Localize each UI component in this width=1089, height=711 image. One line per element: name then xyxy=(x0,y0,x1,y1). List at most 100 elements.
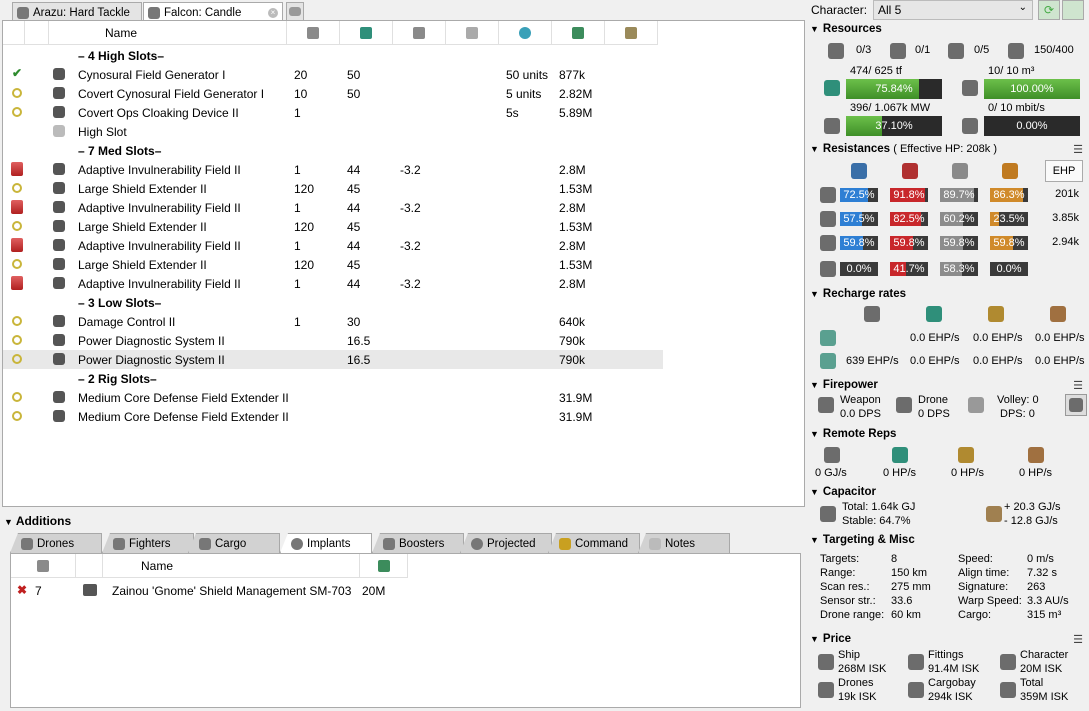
module-row[interactable]: Medium Core Defense Field Extender II 31.… xyxy=(3,407,663,426)
collapse-icon: ▼ xyxy=(810,634,819,644)
character-extra-button[interactable] xyxy=(1062,0,1084,20)
character-select[interactable]: All 5 ⌄ xyxy=(873,0,1033,20)
online-state-icon[interactable] xyxy=(12,335,22,345)
header-icon[interactable] xyxy=(25,21,49,45)
online-state-icon[interactable] xyxy=(12,107,22,117)
tab-arazu[interactable]: Arazu: Hard Tackle xyxy=(12,2,142,20)
resist-cell: 0.0% xyxy=(840,262,878,276)
overheat-state-icon[interactable] xyxy=(11,162,23,176)
module-row[interactable]: ✔ Cynosural Field Generator I 20 50 50 units… xyxy=(3,65,663,84)
header-name[interactable]: Name xyxy=(103,554,360,578)
ehp-toggle-button[interactable]: EHP xyxy=(1045,160,1083,182)
tab-notes[interactable]: Notes xyxy=(638,533,730,553)
tab-label: Drones xyxy=(37,537,75,550)
module-row[interactable]: Large Shield Extender II 120 45 1.53M xyxy=(3,179,663,198)
rack-label: – 4 High Slots– xyxy=(78,49,165,63)
header-price[interactable] xyxy=(360,554,408,578)
menu-icon[interactable]: ☰ xyxy=(1073,143,1083,156)
resistances-header[interactable]: ▼ Resistances ( Effective HP: 208k ) xyxy=(810,143,997,155)
drone-icon xyxy=(21,537,33,550)
module-c6: 1.53M xyxy=(559,220,593,234)
online-state-icon[interactable] xyxy=(12,221,22,231)
module-c1: 1 xyxy=(294,201,301,215)
fire-settings-button[interactable] xyxy=(1065,394,1087,416)
header-price[interactable] xyxy=(552,21,605,45)
header-slot[interactable] xyxy=(11,554,76,578)
overheat-state-icon[interactable] xyxy=(11,276,23,290)
target-stat-label: Targets: xyxy=(820,553,860,565)
module-row[interactable]: Adaptive Invulnerability Field II 1 44 -3.2… xyxy=(3,198,663,217)
online-state-icon[interactable] xyxy=(12,183,22,193)
header-icon[interactable] xyxy=(76,554,103,578)
refresh-button[interactable]: ⟳ xyxy=(1038,0,1060,20)
module-row[interactable]: High Slot xyxy=(3,122,663,141)
overheat-state-icon[interactable] xyxy=(11,200,23,214)
module-row[interactable]: Covert Ops Cloaking Device II 1 5s 5.89M xyxy=(3,103,663,122)
header-name[interactable]: Name xyxy=(49,21,287,45)
active-check-icon[interactable]: ✔ xyxy=(12,66,22,80)
rack-header[interactable]: – 4 High Slots– xyxy=(3,46,663,65)
sustained-icon xyxy=(820,353,836,369)
online-state-icon[interactable] xyxy=(12,392,22,402)
module-row[interactable]: Large Shield Extender II 120 45 1.53M xyxy=(3,255,663,274)
additions-header[interactable]: ▼ Additions xyxy=(4,514,71,528)
resist-value: 86.3% xyxy=(993,189,1025,201)
recharge-header[interactable]: ▼ Recharge rates xyxy=(810,288,906,300)
resources-header[interactable]: ▼ Resources xyxy=(810,23,882,35)
total-dps: DPS: 0 xyxy=(1000,408,1035,420)
new-tab-button[interactable] xyxy=(286,2,304,20)
module-c5: 5 units xyxy=(506,87,542,101)
header-speed[interactable] xyxy=(446,21,499,45)
module-row[interactable]: Power Diagnostic System II 16.5 790k xyxy=(3,350,663,369)
tab-command[interactable]: Command xyxy=(548,533,640,553)
online-state-icon[interactable] xyxy=(12,411,22,421)
module-row[interactable]: Adaptive Invulnerability Field II 1 44 -3.2… xyxy=(3,236,663,255)
rack-header[interactable]: – 2 Rig Slots– xyxy=(3,369,663,388)
menu-icon[interactable]: ☰ xyxy=(1073,379,1083,392)
header-cpu[interactable] xyxy=(287,21,340,45)
targeting-header[interactable]: ▼ Targeting & Misc xyxy=(810,534,915,546)
rack-header[interactable]: – 3 Low Slots– xyxy=(3,293,663,312)
rack-header[interactable]: – 7 Med Slots– xyxy=(3,141,663,160)
module-row[interactable]: Adaptive Invulnerability Field II 1 44 -3.2… xyxy=(3,160,663,179)
projected-icon xyxy=(471,537,483,550)
capacitor-header[interactable]: ▼ Capacitor xyxy=(810,486,876,498)
firepower-header[interactable]: ▼ Firepower xyxy=(810,379,878,391)
tab-cargo[interactable]: Cargo xyxy=(188,533,280,553)
module-row[interactable]: Damage Control II 1 30 640k xyxy=(3,312,663,331)
online-state-icon[interactable] xyxy=(12,316,22,326)
header-capacitor[interactable] xyxy=(393,21,446,45)
armor-repair-icon xyxy=(988,306,1004,322)
header-state[interactable] xyxy=(3,21,25,45)
online-state-icon[interactable] xyxy=(12,354,22,364)
tab-fighters[interactable]: Fighters xyxy=(102,533,194,553)
tab-projected[interactable]: Projected xyxy=(460,533,552,553)
module-row[interactable]: Adaptive Invulnerability Field II 1 44 -3.2… xyxy=(3,274,663,293)
remove-icon[interactable]: ✖ xyxy=(17,583,27,597)
online-state-icon[interactable] xyxy=(12,259,22,269)
close-icon[interactable]: × xyxy=(268,7,278,18)
module-row[interactable]: Medium Core Defense Field Extender II 31.… xyxy=(3,388,663,407)
implant-row[interactable]: ✖ 7 Zainou 'Gnome' Shield Management SM-… xyxy=(11,581,791,600)
tab-boosters[interactable]: Boosters xyxy=(372,533,464,553)
module-row[interactable]: Large Shield Extender II 120 45 1.53M xyxy=(3,217,663,236)
header-falloff[interactable] xyxy=(605,21,658,45)
price-header[interactable]: ▼ Price xyxy=(810,633,851,645)
tab-implants[interactable]: Implants xyxy=(280,533,372,553)
resist-value: 89.7% xyxy=(943,189,975,201)
header-powergrid[interactable] xyxy=(340,21,393,45)
module-row[interactable]: Power Diagnostic System II 16.5 790k xyxy=(3,331,663,350)
module-row[interactable]: Covert Cynosural Field Generator I 10 50 5 … xyxy=(3,84,663,103)
menu-icon[interactable]: ☰ xyxy=(1073,633,1083,646)
tab-falcon[interactable]: Falcon: Candle × xyxy=(143,2,283,20)
header-range[interactable] xyxy=(499,21,552,45)
online-state-icon[interactable] xyxy=(12,88,22,98)
remote-reps-header[interactable]: ▼ Remote Reps xyxy=(810,428,896,440)
additions-title: Additions xyxy=(15,514,72,528)
overheat-state-icon[interactable] xyxy=(11,238,23,252)
volley-value: Volley: 0 xyxy=(997,394,1039,406)
reinforced-icon xyxy=(820,330,836,346)
ehp-value: 3.85k xyxy=(1052,212,1079,224)
powergrid-pct: 37.10% xyxy=(875,120,913,132)
tab-drones[interactable]: Drones xyxy=(10,533,102,553)
